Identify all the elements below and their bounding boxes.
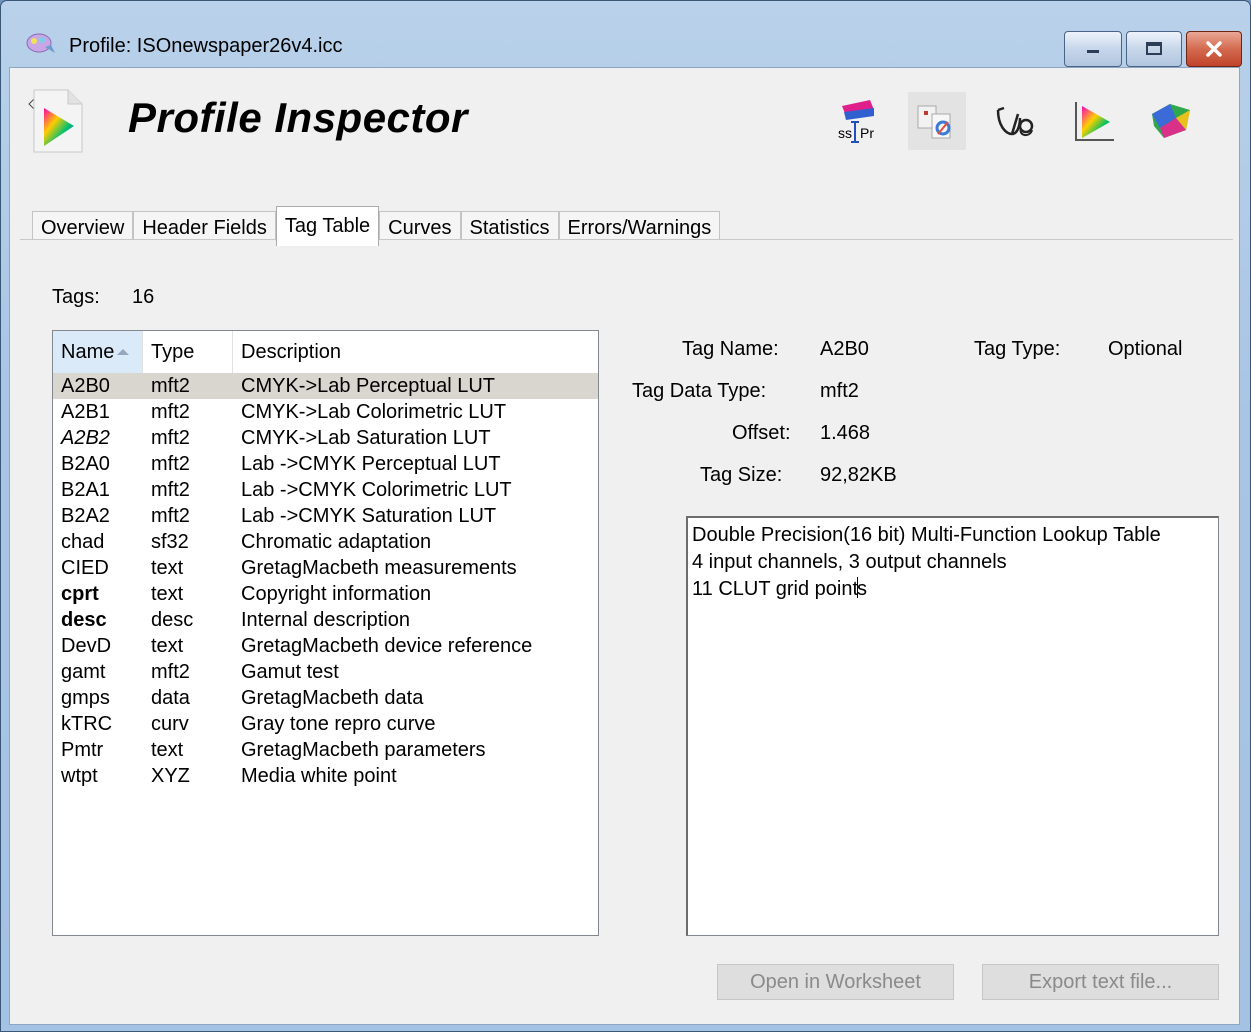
app-name: Profile Inspector xyxy=(128,94,468,141)
column-header-type[interactable]: Type xyxy=(143,331,233,373)
description-line: 11 CLUT grid points xyxy=(692,577,868,600)
table-row[interactable]: gmps data GretagMacbeth data xyxy=(53,685,598,711)
client-area: Profile Inspector ss Pr Overview Header … xyxy=(9,67,1240,1025)
tag-type-value: Optional xyxy=(1108,338,1183,360)
minimize-icon xyxy=(1087,50,1099,53)
open-in-worksheet-button[interactable]: Open in Worksheet xyxy=(717,964,954,1000)
tag-size-value: 92,82KB xyxy=(820,464,897,486)
profile-maker-button[interactable]: ss Pr xyxy=(830,92,888,150)
tags-label: Tags: xyxy=(52,286,100,308)
measure-tool-button[interactable] xyxy=(986,92,1044,150)
table-row[interactable]: A2B2 mft2 CMYK->Lab Saturation LUT xyxy=(53,425,598,451)
tag-list-header: Name Type Description xyxy=(53,331,598,373)
table-row[interactable]: wtpt XYZ Media white point xyxy=(53,763,598,789)
table-row[interactable]: CIED text GretagMacbeth measurements xyxy=(53,555,598,581)
maximize-button[interactable] xyxy=(1126,31,1182,67)
sort-ascending-icon xyxy=(117,349,129,355)
svg-text:ss: ss xyxy=(838,125,852,141)
tag-name-value: A2B0 xyxy=(820,338,869,360)
offset-value: 1.468 xyxy=(820,422,871,444)
gamut-viewer-button[interactable] xyxy=(1064,92,1122,150)
table-row[interactable]: gamt mft2 Gamut test xyxy=(53,659,598,685)
data-type-value: mft2 xyxy=(820,380,859,402)
profile-inspector-logo-icon xyxy=(33,89,83,153)
table-row[interactable]: A2B0 mft2 CMYK->Lab Perceptual LUT xyxy=(53,373,598,399)
data-type-label: Tag Data Type: xyxy=(632,380,767,402)
tag-description-textbox[interactable]: Double Precision(16 bit) Multi-Function … xyxy=(686,516,1219,936)
profile-maker-icon: ss Pr xyxy=(838,100,874,143)
tags-count: 16 xyxy=(132,286,155,308)
svg-text:Pr: Pr xyxy=(860,125,874,141)
table-row[interactable]: kTRC curv Gray tone repro curve xyxy=(53,711,598,737)
gamut-3d-icon xyxy=(1152,104,1190,138)
table-row[interactable]: A2B1 mft2 CMYK->Lab Colorimetric LUT xyxy=(53,399,598,425)
column-header-name[interactable]: Name xyxy=(53,331,143,373)
description-line: Double Precision(16 bit) Multi-Function … xyxy=(692,524,1161,546)
table-row[interactable]: B2A1 mft2 Lab ->CMYK Colorimetric LUT xyxy=(53,477,598,503)
close-button[interactable] xyxy=(1186,31,1242,67)
minimize-button[interactable] xyxy=(1064,31,1122,67)
profile-editor-icon xyxy=(917,105,951,139)
description-line: 4 input channels, 3 output channels xyxy=(692,551,1007,573)
maximize-icon xyxy=(1146,42,1162,55)
measure-tool-icon xyxy=(996,106,1034,136)
tag-type-label: Tag Type: xyxy=(974,338,1061,360)
table-row[interactable]: B2A2 mft2 Lab ->CMYK Saturation LUT xyxy=(53,503,598,529)
window-title: Profile: ISOnewspaper26v4.icc xyxy=(69,35,343,57)
export-text-file-button[interactable]: Export text file... xyxy=(982,964,1219,1000)
tag-name-label: Tag Name: xyxy=(682,338,779,360)
gamut-viewer-icon xyxy=(1075,102,1114,141)
table-row[interactable]: desc desc Internal description xyxy=(53,607,598,633)
close-icon xyxy=(1206,41,1222,57)
app-window: Profile: ISOnewspaper26v4.icc Profile In… xyxy=(0,0,1251,1032)
table-row[interactable]: B2A0 mft2 Lab ->CMYK Perceptual LUT xyxy=(53,451,598,477)
table-row[interactable]: DevD text GretagMacbeth device reference xyxy=(53,633,598,659)
toolbar: ss Pr xyxy=(830,92,1220,150)
table-row[interactable]: Pmtr text GretagMacbeth parameters xyxy=(53,737,598,763)
column-header-description[interactable]: Description xyxy=(233,331,598,373)
gamut-3d-button[interactable] xyxy=(1142,92,1200,150)
tag-list[interactable]: Name Type Description A2B0 mft2 CMYK->Lab … xyxy=(52,330,599,936)
table-row[interactable]: chad sf32 Chromatic adaptation xyxy=(53,529,598,555)
profile-editor-button[interactable] xyxy=(908,92,966,150)
tag-size-label: Tag Size: xyxy=(700,464,783,486)
offset-label: Offset: xyxy=(732,422,791,444)
app-icon xyxy=(26,33,55,53)
tab-tag-table[interactable]: Tag Table xyxy=(275,206,380,246)
table-row[interactable]: cprt text Copyright information xyxy=(53,581,598,607)
